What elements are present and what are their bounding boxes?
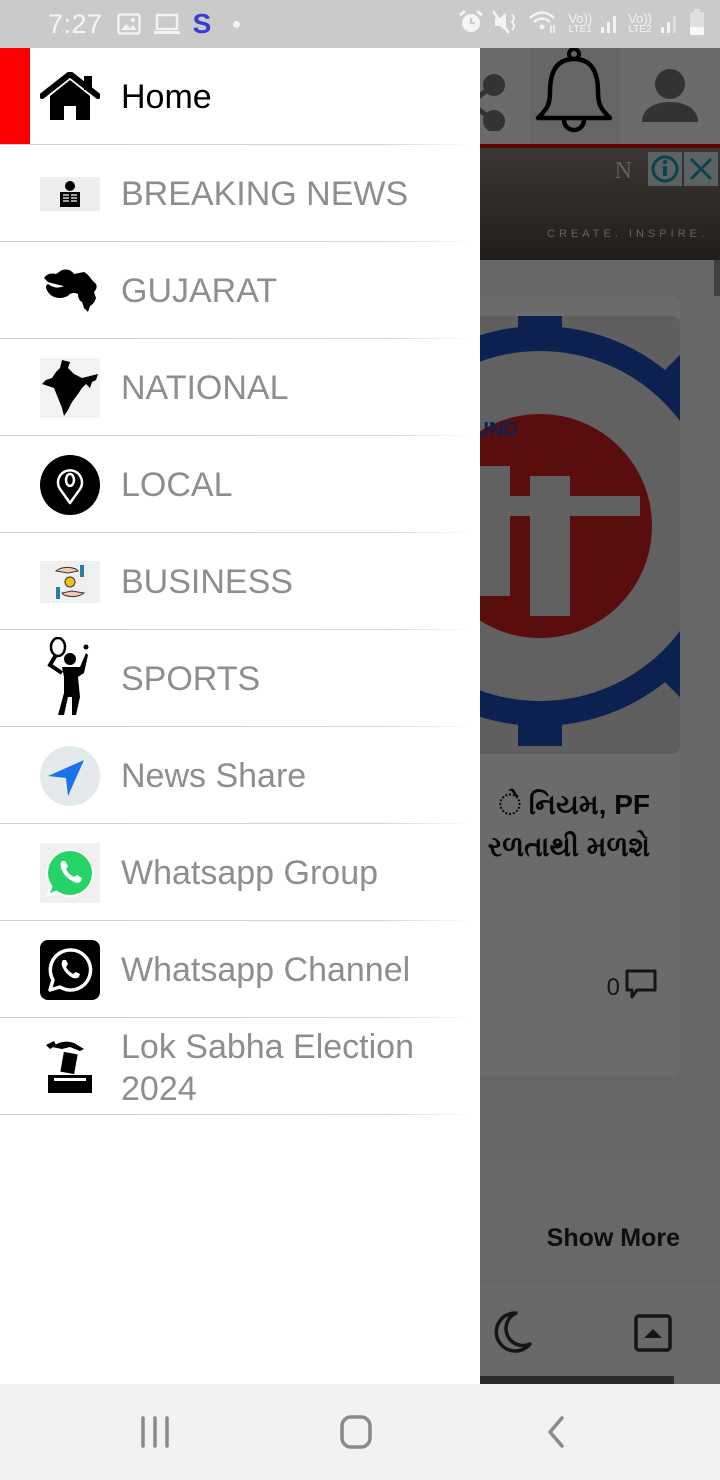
whatsapp-channel-icon	[40, 939, 100, 1000]
system-nav-bar	[0, 1384, 720, 1480]
gallery-icon	[116, 13, 141, 35]
drawer-item-breaking-news[interactable]: BREAKING NEWS	[0, 145, 480, 242]
home-icon	[40, 67, 100, 127]
navigation-drawer: Home BREAKING NEWS GUJARAT NATIONAL LOCA…	[0, 48, 480, 1384]
newspaper-reader-icon	[40, 164, 100, 224]
back-icon	[548, 1416, 564, 1448]
india-map-icon	[40, 357, 100, 418]
drawer-item-home[interactable]: Home	[0, 48, 480, 145]
drawer-item-label: LOCAL	[121, 465, 233, 504]
laptop-icon	[153, 13, 181, 35]
drawer-item-label: SPORTS	[121, 659, 261, 698]
mute-icon	[492, 9, 520, 40]
wifi-icon	[528, 9, 560, 40]
tennis-player-icon	[40, 636, 100, 721]
active-indicator	[0, 48, 30, 144]
drawer-item-label: Home	[121, 77, 212, 116]
alarm-icon	[458, 9, 484, 40]
drawer-item-label: Whatsapp Group	[121, 853, 379, 892]
sim1-label: LTE1	[568, 24, 592, 35]
recent-apps-icon	[141, 1416, 169, 1448]
drawer-item-whatsapp-group[interactable]: Whatsapp Group	[0, 824, 480, 921]
battery-icon	[688, 8, 706, 41]
dot-icon	[233, 20, 241, 28]
drawer-item-label: News Share	[121, 756, 307, 795]
sim2-bars-icon	[660, 10, 680, 39]
lte2-signal-icon: Vo)) LTE2	[628, 12, 652, 35]
home-button[interactable]	[338, 1412, 374, 1452]
drawer-item-sports[interactable]: SPORTS	[0, 630, 480, 727]
lte1-signal-icon: Vo)) LTE1	[568, 12, 592, 35]
drawer-item-local[interactable]: LOCAL	[0, 436, 480, 533]
recent-apps-button[interactable]	[138, 1412, 174, 1452]
gujarat-map-icon	[40, 261, 100, 321]
drawer-item-label: GUJARAT	[121, 271, 278, 310]
back-button[interactable]	[542, 1412, 572, 1452]
drawer-item-national[interactable]: NATIONAL	[0, 339, 480, 436]
drawer-item-label: BUSINESS	[121, 562, 293, 601]
drawer-item-label: Lok Sabha Election 2024	[121, 1028, 414, 1108]
drawer-item-news-share[interactable]: News Share	[0, 727, 480, 824]
status-right-icons: Vo)) LTE1 Vo)) LTE2	[458, 8, 706, 41]
drawer-item-label: NATIONAL	[121, 368, 289, 407]
sim1-bars-icon	[600, 10, 620, 39]
drawer-item-label: Whatsapp Channel	[121, 950, 411, 989]
s-app-icon: S	[192, 8, 212, 39]
home-nav-icon	[340, 1415, 372, 1449]
drawer-item-gujarat[interactable]: GUJARAT	[0, 242, 480, 339]
sim2-label: LTE2	[628, 24, 652, 35]
drawer-item-whatsapp-channel[interactable]: Whatsapp Channel	[0, 921, 480, 1018]
status-bar: 7:27 S Vo)) LTE1 Vo)) LTE2	[0, 0, 720, 48]
drawer-item-business[interactable]: BUSINESS	[0, 533, 480, 630]
money-hands-icon	[40, 552, 100, 612]
ballot-box-icon	[40, 1037, 100, 1097]
status-time: 7:27	[48, 8, 103, 39]
drawer-item-label: BREAKING NEWS	[121, 174, 409, 213]
location-pin-icon	[40, 454, 100, 515]
navigation-arrow-icon	[40, 745, 100, 806]
drawer-item-lok-sabha-election[interactable]: Lok Sabha Election 2024	[0, 1018, 480, 1115]
whatsapp-icon	[40, 842, 100, 903]
